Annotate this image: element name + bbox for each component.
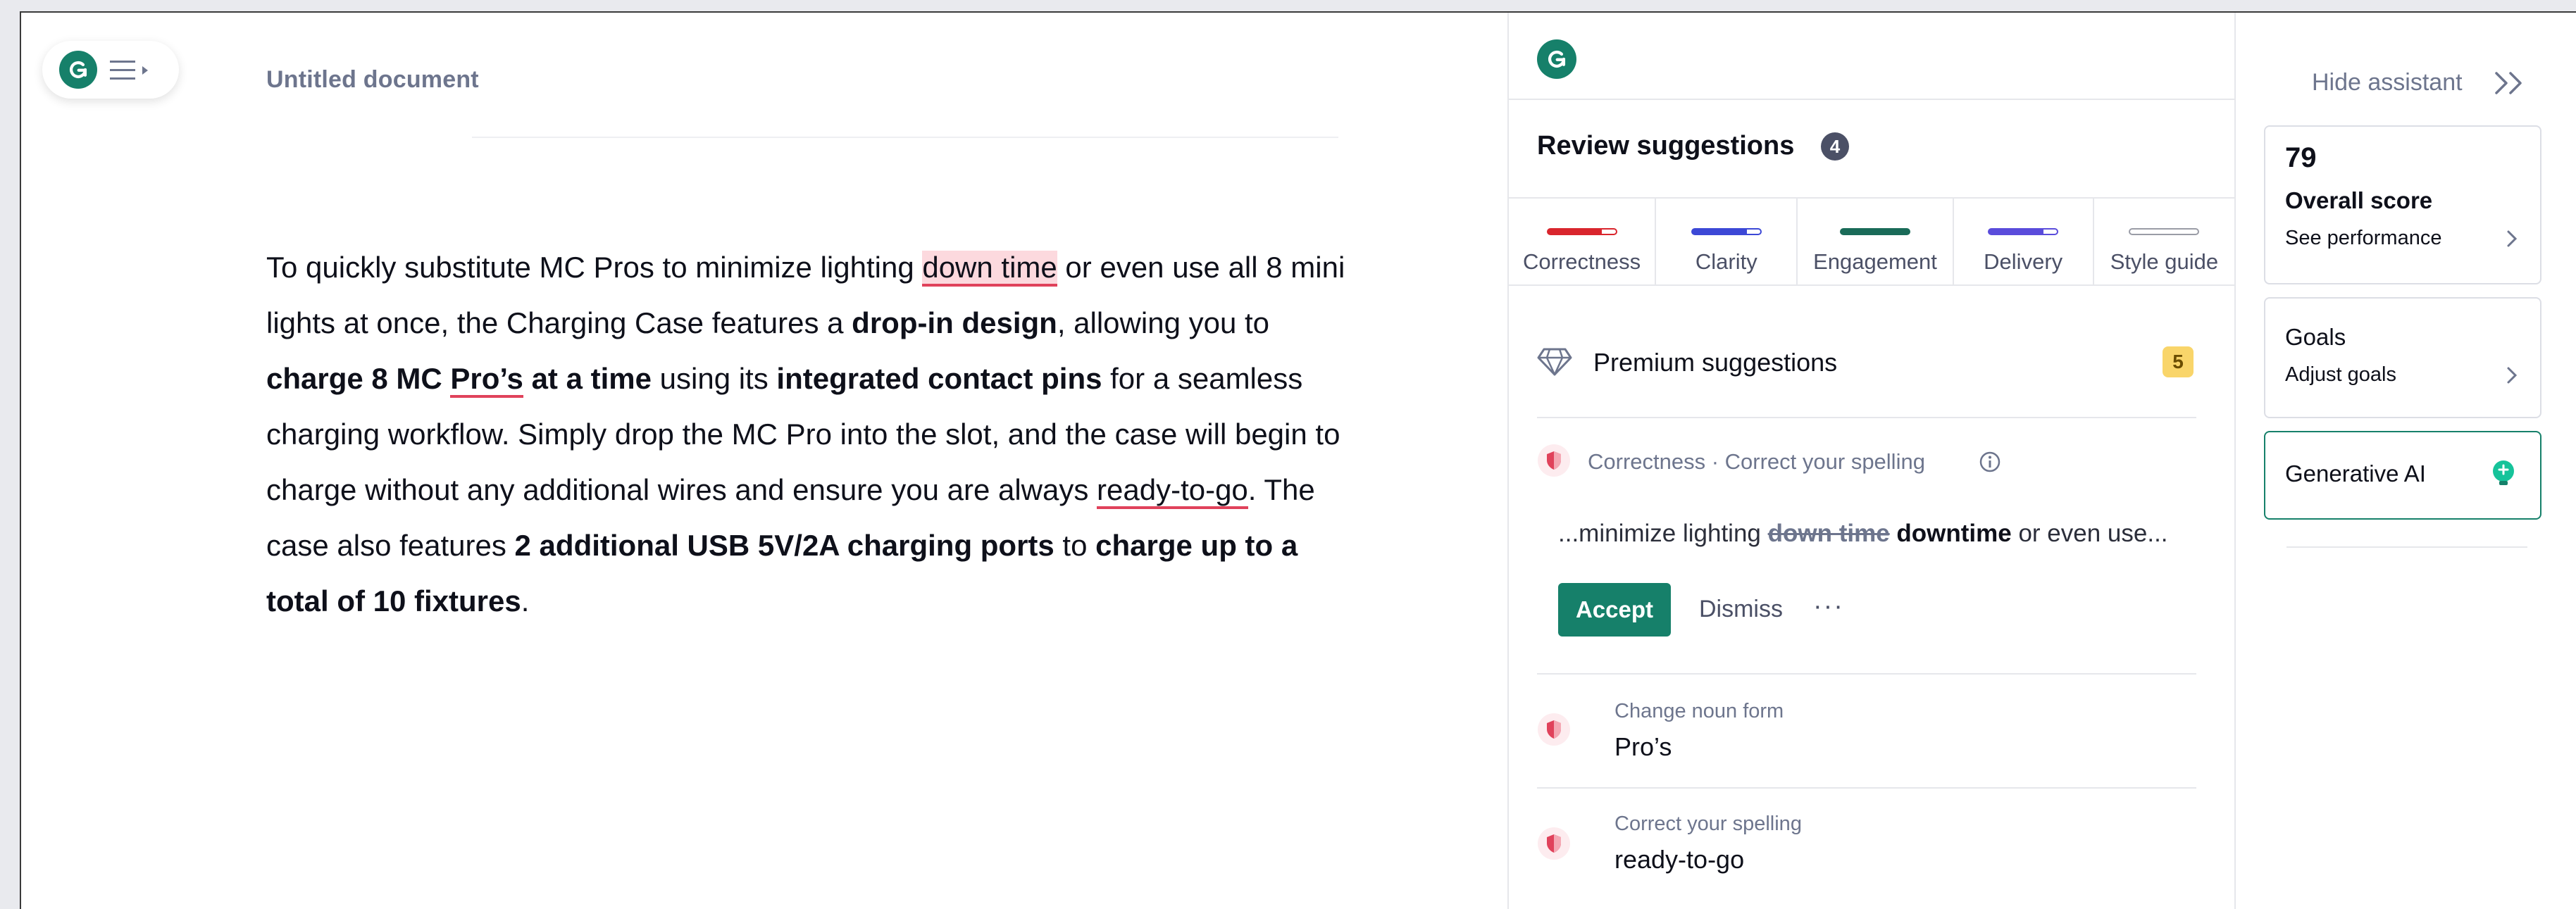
divider (1537, 417, 2196, 418)
suggestion-card-header: Correctness · Correct your spelling (1588, 449, 1925, 474)
generative-ai-label: Generative AI (2285, 460, 2426, 487)
bold-run: integrated contact pins (776, 362, 1102, 395)
suggestion-title: Change noun form (1614, 700, 1784, 722)
bold-run: charge 8 MC (266, 362, 451, 395)
chevron-right-icon (2507, 367, 2518, 384)
flagged-word-pros[interactable]: Pro’s (450, 362, 523, 398)
tab-label: Correctness (1523, 249, 1641, 274)
premium-suggestions-row[interactable]: Premium suggestions 5 (1537, 344, 2213, 386)
delivery-bar-fill (1989, 230, 2043, 234)
rail-divider (2286, 546, 2527, 548)
tab-engagement[interactable]: Engagement (1798, 199, 1954, 284)
assistant-panel: Review suggestions 4 Correctness Clarity… (1507, 13, 2234, 909)
snippet-removed: down time (1767, 520, 1890, 547)
grammarly-logo-icon (59, 51, 97, 89)
correctness-shield-icon (1538, 444, 1570, 477)
see-performance-link[interactable]: See performance (2285, 227, 2441, 250)
bold-run: at a time (523, 362, 652, 395)
snippet-after: or even use... (2011, 520, 2168, 547)
flagged-word-down-time[interactable]: down time (922, 251, 1057, 287)
menu-icon[interactable] (110, 59, 152, 82)
suggestion-title: Correct your spelling (1614, 813, 1802, 835)
bold-run: 2 additional USB 5V/2A charging ports (514, 529, 1054, 562)
adjust-goals-link[interactable]: Adjust goals (2285, 363, 2396, 387)
editor-pane: Untitled document To quickly substitute … (21, 13, 1507, 909)
bold-run: drop-in design (852, 306, 1057, 339)
correctness-bar (1546, 228, 1617, 235)
text-run: . (521, 584, 530, 618)
text-run: , allowing you to (1057, 306, 1270, 339)
delivery-bar (1988, 228, 2059, 235)
grammarly-logo-icon (1537, 39, 1576, 79)
correctness-shield-icon (1538, 827, 1570, 860)
snippet-inserted: downtime (1896, 520, 2012, 547)
grammarly-menu-pill[interactable] (42, 41, 179, 99)
title-divider (472, 137, 1338, 138)
hide-assistant-button[interactable]: Hide assistant (2312, 69, 2463, 96)
overall-score-value: 79 (2285, 142, 2317, 173)
clarity-bar (1691, 228, 1762, 235)
snippet-before: ...minimize lighting (1558, 520, 1768, 547)
text-run: to (1054, 529, 1096, 562)
info-icon[interactable] (1979, 451, 2001, 473)
suggestion-snippet: ...minimize lighting down time downtime … (1558, 520, 2168, 548)
style-guide-bar (2129, 228, 2200, 235)
right-rail: Hide assistant 79 Overall score See perf… (2234, 13, 2576, 909)
app-window: Untitled document To quickly substitute … (20, 11, 2576, 909)
lightbulb-icon (2493, 460, 2514, 485)
tab-label: Delivery (1984, 249, 2063, 274)
premium-count-badge: 5 (2163, 346, 2194, 377)
tab-delivery[interactable]: Delivery (1954, 199, 2094, 284)
correctness-shield-icon (1538, 713, 1570, 746)
text-run: To quickly substitute MC Pros to minimiz… (266, 251, 923, 284)
tab-style-guide[interactable]: Style guide (2094, 199, 2234, 284)
double-chevron-right-icon[interactable] (2492, 69, 2529, 97)
goals-title: Goals (2285, 324, 2346, 350)
correctness-bar-fill (1548, 230, 1603, 234)
engagement-bar-fill (1841, 230, 1909, 234)
goals-card[interactable]: Goals Adjust goals (2264, 297, 2541, 418)
suggestion-value: Pro’s (1614, 732, 1672, 761)
diamond-icon (1537, 348, 1572, 376)
flagged-word-ready-to-go[interactable]: ready-to-go (1097, 473, 1248, 509)
tab-clarity[interactable]: Clarity (1656, 199, 1798, 284)
tab-label: Engagement (1813, 249, 1937, 274)
divider (1537, 673, 2196, 675)
generative-ai-button[interactable]: Generative AI (2264, 431, 2541, 520)
tab-label: Style guide (2110, 249, 2219, 274)
chevron-right-icon (2507, 230, 2518, 247)
text-run: using its (651, 362, 777, 395)
divider (1537, 787, 2196, 789)
document-body[interactable]: To quickly substitute MC Pros to minimiz… (266, 239, 1365, 629)
tab-label: Clarity (1695, 249, 1757, 274)
accept-button[interactable]: Accept (1558, 583, 1671, 637)
overall-score-label: Overall score (2285, 187, 2433, 213)
header-divider (1509, 99, 2234, 100)
premium-label: Premium suggestions (1593, 348, 1838, 377)
suggestion-count-badge: 4 (1821, 132, 1849, 161)
engagement-bar (1839, 228, 1910, 235)
dismiss-button[interactable]: Dismiss (1699, 596, 1783, 623)
tab-correctness[interactable]: Correctness (1509, 199, 1657, 284)
clarity-bar-fill (1692, 230, 1747, 234)
overall-score-card[interactable]: 79 Overall score See performance (2264, 125, 2541, 284)
more-options-button[interactable]: ··· (1813, 591, 1844, 622)
document-title[interactable]: Untitled document (266, 66, 479, 94)
review-suggestions-title: Review suggestions (1537, 131, 1795, 161)
suggestion-value: ready-to-go (1614, 845, 1745, 874)
category-tabs: Correctness Clarity Engagement Delivery … (1509, 197, 2234, 286)
